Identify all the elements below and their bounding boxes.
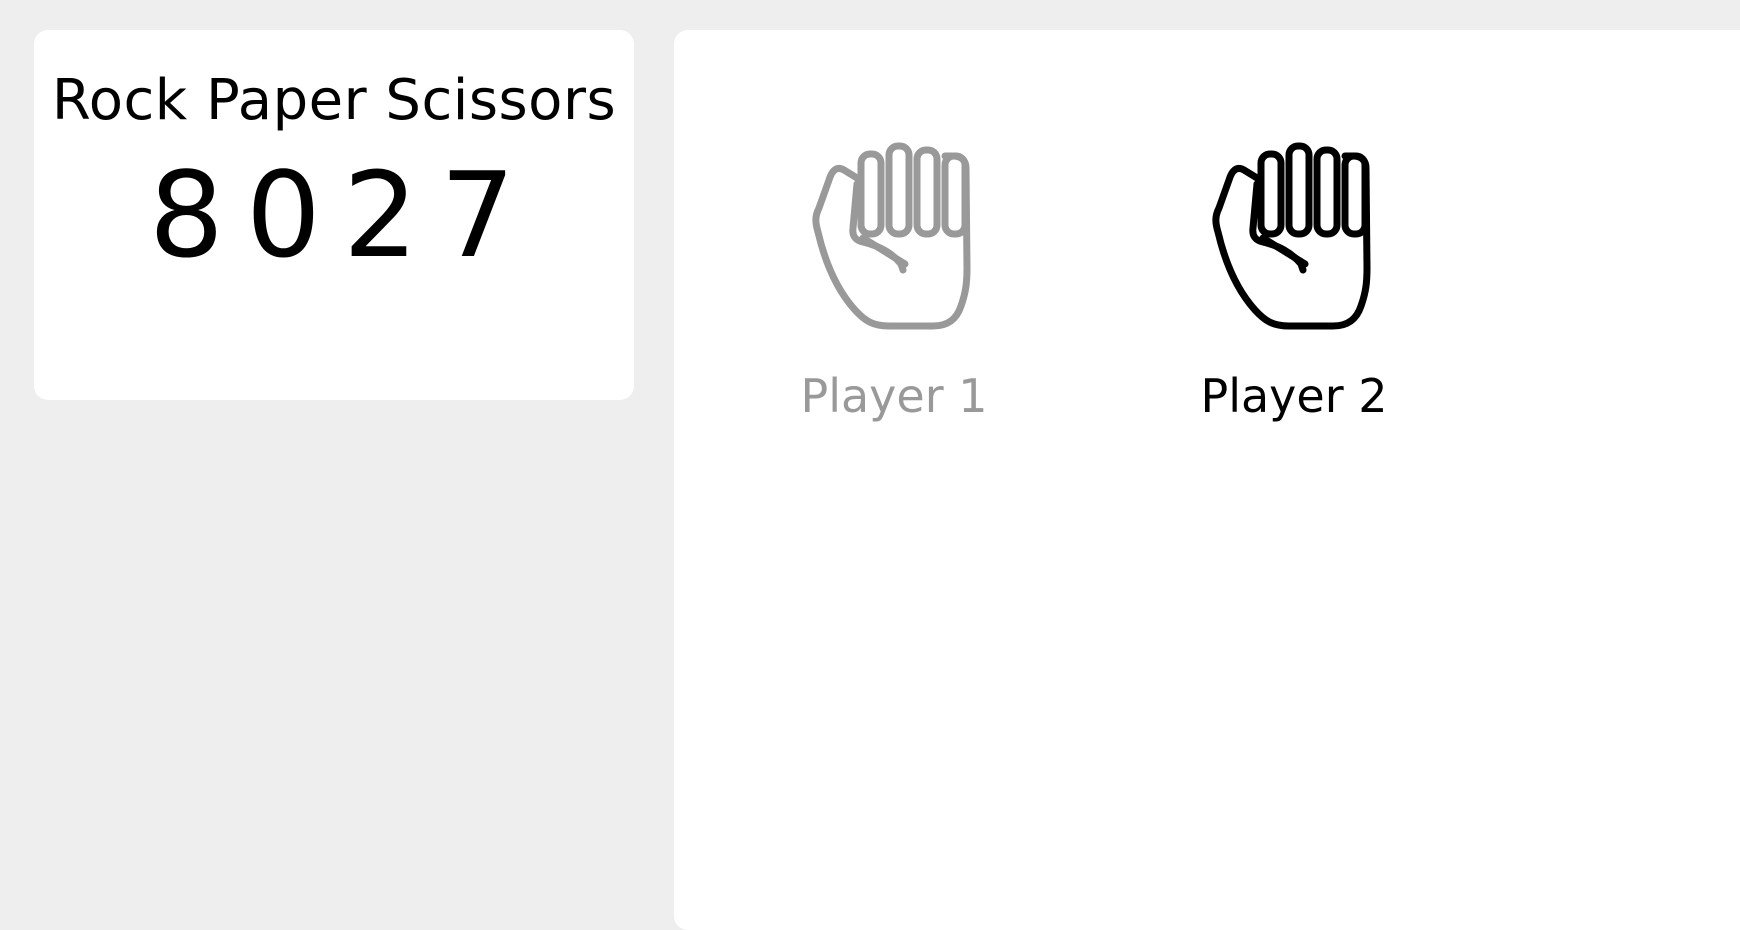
score-card: Rock Paper Scissors 8027	[34, 30, 634, 400]
game-title: Rock Paper Scissors	[51, 68, 617, 133]
rock-fist-icon	[812, 142, 971, 330]
player-1-slot: Player 1	[774, 140, 1014, 424]
rock-fist-icon	[1212, 142, 1371, 330]
game-board: Player 1 Player 2	[674, 30, 1740, 930]
score-display: 8027	[148, 146, 538, 284]
player-2-label: Player 2	[1200, 369, 1388, 423]
player-2-slot: Player 2	[1174, 140, 1414, 424]
player-1-label: Player 1	[800, 369, 988, 423]
